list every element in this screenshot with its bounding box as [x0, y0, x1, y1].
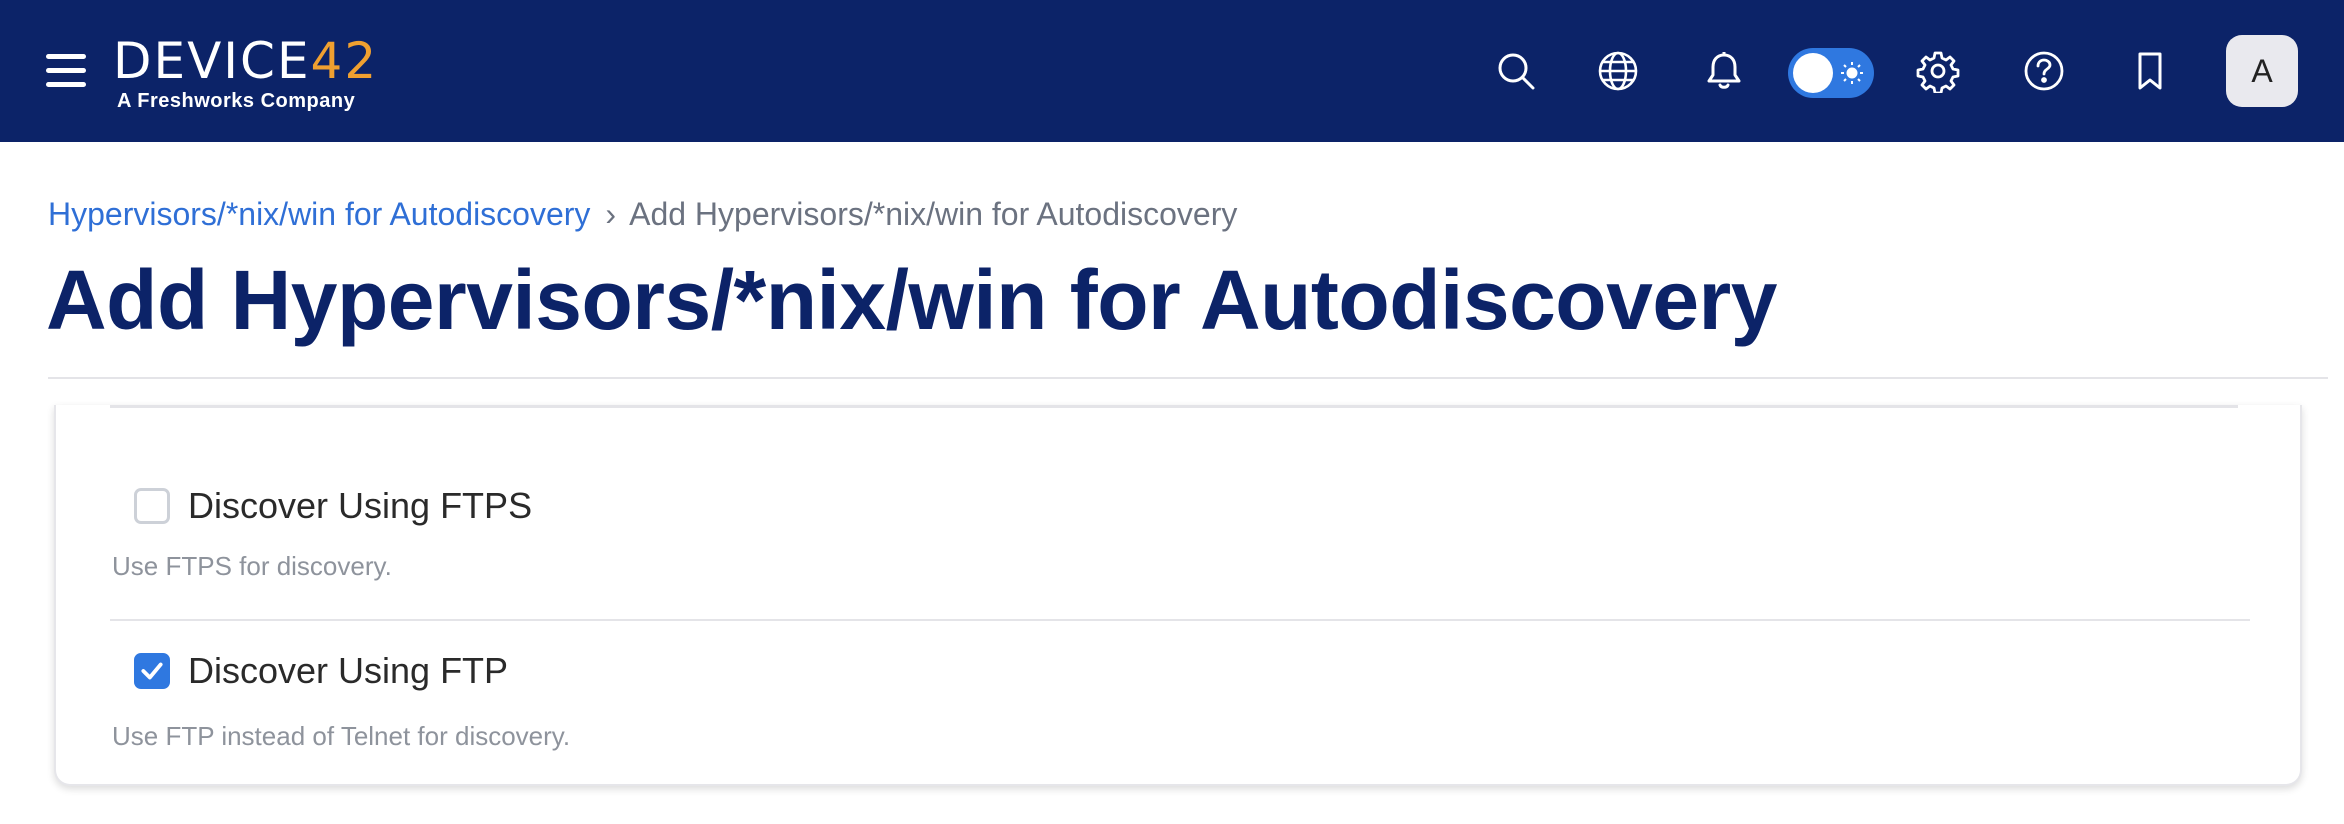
theme-toggle[interactable] [1788, 48, 1874, 98]
check-icon [141, 662, 163, 680]
logo-wordmark: DEVICE42 [113, 32, 379, 90]
bell-icon[interactable] [1698, 45, 1750, 97]
title-divider [48, 377, 2328, 379]
breadcrumb-current: Add Hypervisors/*nix/win for Autodiscove… [629, 196, 1238, 232]
breadcrumb: Hypervisors/*nix/win for Autodiscovery ›… [48, 196, 1237, 233]
option-divider [110, 619, 2250, 621]
breadcrumb-separator: › [605, 196, 616, 232]
ftps-checkbox[interactable] [134, 488, 170, 524]
ftps-help-text: Use FTPS for discovery. [112, 551, 392, 581]
ftps-label[interactable]: Discover Using FTPS [188, 485, 532, 527]
ftp-help-text: Use FTP instead of Telnet for discovery. [112, 721, 571, 751]
brand-logo[interactable]: DEVICE42 A Freshworks Company [113, 34, 378, 113]
option-ftp[interactable]: Discover Using FTP [134, 650, 508, 692]
breadcrumb-parent-link[interactable]: Hypervisors/*nix/win for Autodiscovery [48, 196, 590, 232]
option-ftps[interactable]: Discover Using FTPS [134, 485, 532, 527]
options-card: Discover Using FTPS Use FTPS for discove… [54, 405, 2302, 786]
toggle-knob [1793, 53, 1833, 93]
globe-icon[interactable] [1592, 45, 1644, 97]
menu-icon[interactable] [46, 54, 86, 90]
bookmark-icon[interactable] [2124, 45, 2176, 97]
gear-icon[interactable] [1912, 45, 1964, 97]
ftp-checkbox[interactable] [134, 653, 170, 689]
card-top-divider [110, 405, 2238, 408]
logo-subtitle: A Freshworks Company [117, 90, 356, 112]
top-navigation-bar: DEVICE42 A Freshworks Company A [0, 0, 2344, 142]
page-title: Add Hypervisors/*nix/win for Autodiscove… [46, 253, 1777, 347]
ftp-label[interactable]: Discover Using FTP [188, 650, 508, 692]
sun-icon [1841, 62, 1863, 84]
search-icon[interactable] [1490, 45, 1542, 97]
help-icon[interactable] [2018, 45, 2070, 97]
user-avatar[interactable]: A [2226, 35, 2298, 107]
